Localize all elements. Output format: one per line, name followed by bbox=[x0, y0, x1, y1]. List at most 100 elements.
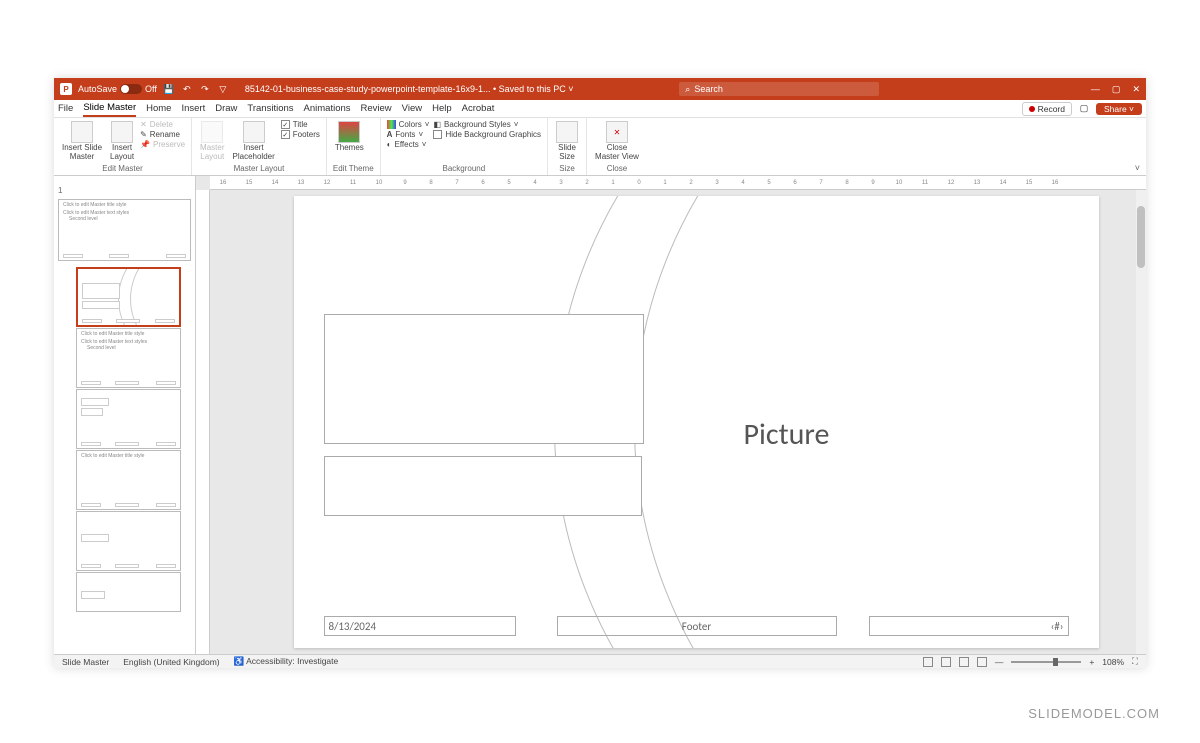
search-input[interactable]: ⌕ Search bbox=[679, 82, 879, 96]
tab-animations[interactable]: Animations bbox=[304, 100, 351, 117]
tab-help[interactable]: Help bbox=[432, 100, 452, 117]
scrollbar-thumb[interactable] bbox=[1137, 206, 1145, 268]
background-styles-dropdown[interactable]: ◧Background Styles ˅ bbox=[433, 120, 541, 129]
slide-master-icon bbox=[71, 121, 93, 143]
search-icon: ⌕ bbox=[685, 84, 690, 95]
reading-view-icon[interactable] bbox=[959, 657, 969, 667]
slideshow-view-icon[interactable] bbox=[977, 657, 987, 667]
ribbon: Insert SlideMaster InsertLayout ✕Delete … bbox=[54, 118, 1146, 176]
view-mode-label: Slide Master bbox=[62, 657, 109, 667]
effects-dropdown[interactable]: ◐Effects ˅ bbox=[387, 140, 430, 149]
group-label: Close bbox=[593, 163, 641, 173]
close-button[interactable]: ✕ bbox=[1132, 84, 1140, 95]
workspace: 1 Click to edit Master title style Click… bbox=[54, 176, 1146, 654]
zoom-out-button[interactable]: — bbox=[995, 657, 1004, 667]
master-slide-thumb[interactable]: Click to edit Master title style Click t… bbox=[58, 199, 191, 261]
subtitle-placeholder[interactable] bbox=[324, 456, 642, 516]
layout-thumb-2[interactable]: Click to edit Master title style Click t… bbox=[76, 328, 181, 388]
accessibility-status[interactable]: ♿ Accessibility: Investigate bbox=[234, 656, 339, 667]
fit-to-window-button[interactable]: ⛶ bbox=[1132, 656, 1138, 667]
document-title: 85142-01-business-case-study-powerpoint-… bbox=[245, 84, 574, 94]
slide-thumbnail-panel[interactable]: 1 Click to edit Master title style Click… bbox=[54, 176, 196, 654]
slide-number-placeholder[interactable]: ‹#› bbox=[869, 616, 1069, 636]
tab-acrobat[interactable]: Acrobat bbox=[462, 100, 495, 117]
group-edit-theme: Themes Edit Theme bbox=[327, 118, 381, 175]
app-window: P AutoSave Off 💾 ↶ ↷ ▽ 85142-01-business… bbox=[54, 78, 1146, 668]
master-layout-button: MasterLayout bbox=[198, 120, 226, 163]
group-background: Colors ˅ AFonts ˅ ◐Effects ˅ ◧Background… bbox=[381, 118, 548, 175]
status-bar: Slide Master English (United Kingdom) ♿ … bbox=[54, 654, 1146, 668]
autosave-label: AutoSave bbox=[78, 84, 117, 94]
tab-view[interactable]: View bbox=[402, 100, 422, 117]
footers-checkbox[interactable]: Footers bbox=[281, 130, 320, 139]
ribbon-tabs: File Slide Master Home Insert Draw Trans… bbox=[54, 100, 1146, 118]
layout-thumb-1[interactable] bbox=[76, 267, 181, 327]
search-placeholder: Search bbox=[694, 84, 723, 94]
delete-button: ✕Delete bbox=[140, 120, 185, 129]
hide-bg-checkbox[interactable]: Hide Background Graphics bbox=[433, 130, 541, 139]
normal-view-icon[interactable] bbox=[923, 657, 933, 667]
tab-file[interactable]: File bbox=[58, 100, 73, 117]
sorter-view-icon[interactable] bbox=[941, 657, 951, 667]
layout-icon bbox=[111, 121, 133, 143]
fonts-dropdown[interactable]: AFonts ˅ bbox=[387, 130, 430, 139]
insert-slide-master-button[interactable]: Insert SlideMaster bbox=[60, 120, 104, 163]
save-icon[interactable]: 💾 bbox=[163, 83, 175, 95]
share-button[interactable]: Share ˅ bbox=[1096, 103, 1142, 115]
autosave-state: Off bbox=[145, 84, 157, 94]
minimize-button[interactable]: — bbox=[1091, 84, 1100, 95]
watermark: SLIDEMODEL.COM bbox=[1028, 706, 1160, 721]
group-close: ✕CloseMaster View Close bbox=[587, 118, 647, 175]
title-bar: P AutoSave Off 💾 ↶ ↷ ▽ 85142-01-business… bbox=[54, 78, 1146, 100]
tab-review[interactable]: Review bbox=[361, 100, 392, 117]
redo-icon[interactable]: ↷ bbox=[199, 83, 211, 95]
record-button[interactable]: Record bbox=[1022, 102, 1072, 116]
autosave-toggle[interactable]: AutoSave Off bbox=[78, 84, 157, 94]
tab-insert[interactable]: Insert bbox=[181, 100, 205, 117]
close-master-view-button[interactable]: ✕CloseMaster View bbox=[593, 120, 641, 163]
slide-size-button[interactable]: SlideSize bbox=[554, 120, 580, 163]
group-label: Edit Theme bbox=[333, 163, 374, 173]
layout-thumb-5[interactable] bbox=[76, 511, 181, 571]
themes-button[interactable]: Themes bbox=[333, 120, 366, 154]
editor-area: 1615141312111098765432101234567891011121… bbox=[196, 176, 1146, 654]
tab-draw[interactable]: Draw bbox=[215, 100, 237, 117]
tab-slide-master[interactable]: Slide Master bbox=[83, 100, 136, 117]
layout-thumb-4[interactable]: Click to edit Master title style bbox=[76, 450, 181, 510]
zoom-in-button[interactable]: + bbox=[1089, 657, 1094, 667]
master-layout-icon bbox=[201, 121, 223, 143]
rename-button[interactable]: ✎Rename bbox=[140, 130, 185, 139]
undo-icon[interactable]: ↶ bbox=[181, 83, 193, 95]
group-label: Size bbox=[554, 163, 580, 173]
tab-transitions[interactable]: Transitions bbox=[247, 100, 293, 117]
zoom-level[interactable]: 108% bbox=[1102, 657, 1124, 667]
title-checkbox[interactable]: Title bbox=[281, 120, 320, 129]
present-mode-icon[interactable]: ▢ bbox=[1078, 103, 1090, 115]
language-label[interactable]: English (United Kingdom) bbox=[123, 657, 219, 667]
slide-number: 1 bbox=[58, 186, 62, 195]
bg-styles-icon: ◧ bbox=[433, 120, 441, 129]
colors-dropdown[interactable]: Colors ˅ bbox=[387, 120, 430, 129]
maximize-button[interactable]: ▢ bbox=[1112, 84, 1121, 95]
date-placeholder[interactable]: 8/13/2024 bbox=[324, 616, 516, 636]
toggle-off-icon[interactable] bbox=[120, 84, 142, 94]
collapse-ribbon-button[interactable]: ˅ bbox=[1135, 163, 1140, 173]
title-placeholder[interactable] bbox=[324, 314, 644, 444]
vertical-scrollbar[interactable] bbox=[1136, 190, 1146, 654]
placeholder-icon bbox=[243, 121, 265, 143]
slide-size-icon bbox=[556, 121, 578, 143]
effects-icon: ◐ bbox=[387, 140, 392, 149]
slide-canvas[interactable]: Picture 8/13/2024 Footer ‹#› bbox=[294, 196, 1099, 648]
layout-thumb-6[interactable] bbox=[76, 572, 181, 612]
group-label: Master Layout bbox=[198, 163, 320, 173]
footer-placeholder[interactable]: Footer bbox=[557, 616, 837, 636]
picture-placeholder[interactable]: Picture bbox=[744, 416, 830, 453]
insert-layout-button[interactable]: InsertLayout bbox=[108, 120, 136, 163]
tab-home[interactable]: Home bbox=[146, 100, 171, 117]
horizontal-ruler: 1615141312111098765432101234567891011121… bbox=[210, 176, 1146, 190]
layout-thumb-3[interactable] bbox=[76, 389, 181, 449]
insert-placeholder-button[interactable]: InsertPlaceholder bbox=[231, 120, 277, 163]
decorative-curve bbox=[634, 196, 1099, 648]
zoom-slider[interactable] bbox=[1011, 661, 1081, 663]
start-show-icon[interactable]: ▽ bbox=[217, 83, 229, 95]
